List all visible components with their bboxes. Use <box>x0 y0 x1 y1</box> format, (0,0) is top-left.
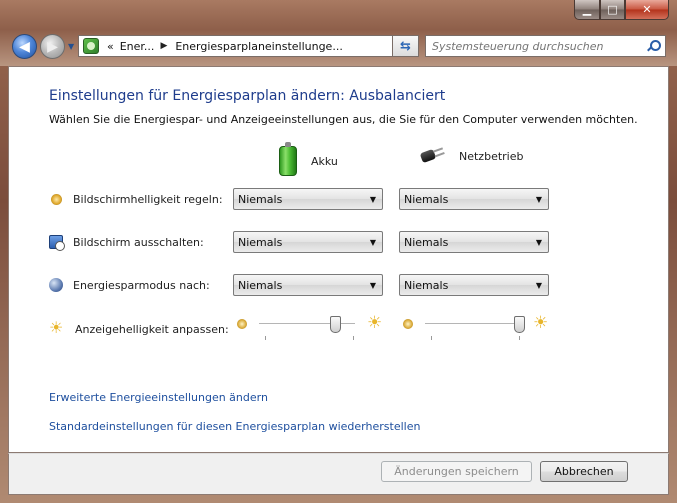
slider-track[interactable] <box>425 323 521 325</box>
search-icon[interactable] <box>647 40 661 52</box>
power-options-icon <box>83 38 99 54</box>
search-box[interactable] <box>425 35 666 57</box>
arrow-right-icon: ▶ <box>47 38 58 55</box>
address-bar[interactable]: « Ener... ▶ Energiesparplaneinstellunge.… <box>78 35 419 57</box>
battery-sleep-select[interactable]: Niemals ▼ <box>233 274 383 296</box>
chevron-down-icon: ▼ <box>535 194 542 204</box>
column-label: Netzbetrieb <box>459 149 524 163</box>
select-value: Niemals <box>238 192 283 206</box>
bright-brightness-icon: ☀ <box>367 313 383 333</box>
plugged-sleep-select[interactable]: Niemals ▼ <box>399 274 549 296</box>
main-content: Einstellungen für Energiesparplan ändern… <box>8 66 669 453</box>
select-value: Niemals <box>404 235 449 249</box>
refresh-icon: ⇆ <box>400 38 411 54</box>
column-label: Akku <box>311 154 338 168</box>
setting-label: Bildschirm ausschalten: <box>73 235 204 249</box>
slider-ticks <box>425 336 521 340</box>
setting-row: Anzeigehelligkeit anpassen: <box>49 318 229 340</box>
chevron-down-icon: ▼ <box>369 280 376 290</box>
slider-ticks <box>259 336 355 340</box>
breadcrumb-item[interactable]: Ener... <box>120 40 155 53</box>
footer-bar: Änderungen speichern Abbrechen <box>8 453 669 495</box>
breadcrumb-item[interactable]: Energiesparplaneinstellunge... <box>175 40 342 53</box>
maximize-button[interactable]: □ <box>600 0 625 20</box>
arrow-left-icon: ◀ <box>19 38 30 55</box>
column-header-battery: Akku <box>279 142 338 176</box>
sun-icon <box>49 318 65 337</box>
battery-display-off-select[interactable]: Niemals ▼ <box>233 231 383 253</box>
sleep-icon <box>49 278 63 292</box>
minimize-button[interactable]: ▁ <box>574 0 600 20</box>
page-subtitle: Wählen Sie die Energiespar- und Anzeigee… <box>49 113 638 126</box>
chevron-down-icon: ▼ <box>369 237 376 247</box>
slider-thumb[interactable] <box>513 316 525 333</box>
recent-pages-dropdown[interactable]: ▼ <box>68 42 74 51</box>
setting-label: Anzeigehelligkeit anpassen: <box>75 322 229 336</box>
setting-label: Energiesparmodus nach: <box>73 278 210 292</box>
window-controls: ▁ □ ✕ <box>574 0 669 20</box>
chevron-down-icon: ▼ <box>535 280 542 290</box>
brightness-icon <box>51 193 62 205</box>
column-header-plugged-in: Netzbetrieb <box>415 146 523 166</box>
chevron-right-icon[interactable]: ▶ <box>160 41 167 51</box>
advanced-settings-link[interactable]: Erweiterte Energieeinstellungen ändern <box>49 391 268 404</box>
select-value: Niemals <box>404 278 449 292</box>
setting-row: Bildschirmhelligkeit regeln: <box>49 188 223 210</box>
battery-dim-display-select[interactable]: Niemals ▼ <box>233 188 383 210</box>
refresh-button[interactable]: ⇆ <box>392 35 419 57</box>
close-button[interactable]: ✕ <box>625 0 669 20</box>
setting-row: Energiesparmodus nach: <box>49 274 210 296</box>
plugged-brightness-slider[interactable]: ☀ <box>403 313 551 346</box>
breadcrumb-prefix[interactable]: « <box>107 40 114 53</box>
setting-row: Bildschirm ausschalten: <box>49 231 204 253</box>
plugged-dim-display-select[interactable]: Niemals ▼ <box>399 188 549 210</box>
select-value: Niemals <box>404 192 449 206</box>
monitor-timer-icon <box>49 235 65 251</box>
slider-thumb[interactable] <box>330 316 342 333</box>
setting-label: Bildschirmhelligkeit regeln: <box>73 192 223 206</box>
dim-brightness-icon <box>403 319 413 329</box>
chevron-down-icon: ▼ <box>535 237 542 247</box>
dim-brightness-icon <box>237 319 247 329</box>
search-input[interactable] <box>432 39 632 53</box>
forward-button[interactable]: ▶ <box>40 34 65 59</box>
select-value: Niemals <box>238 235 283 249</box>
chevron-down-icon: ▼ <box>369 194 376 204</box>
back-button[interactable]: ◀ <box>12 34 37 59</box>
page-title: Einstellungen für Energiesparplan ändern… <box>49 88 446 104</box>
select-value: Niemals <box>238 278 283 292</box>
battery-icon <box>279 142 297 176</box>
battery-brightness-slider[interactable]: ☀ <box>237 313 385 346</box>
power-plug-icon <box>415 146 445 166</box>
restore-defaults-link[interactable]: Standardeinstellungen für diesen Energie… <box>49 420 420 433</box>
cancel-button[interactable]: Abbrechen <box>540 461 628 482</box>
save-changes-button[interactable]: Änderungen speichern <box>381 461 532 482</box>
bright-brightness-icon: ☀ <box>533 313 549 333</box>
plugged-display-off-select[interactable]: Niemals ▼ <box>399 231 549 253</box>
